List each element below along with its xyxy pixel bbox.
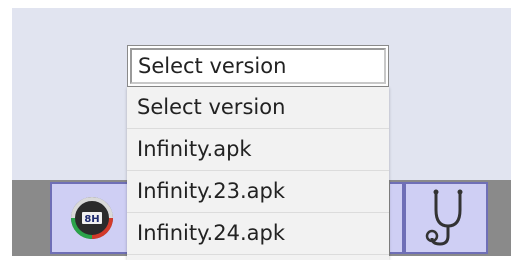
option-label: Select version: [137, 95, 286, 119]
select-value: Select version: [138, 54, 287, 78]
diagnostics-button[interactable]: [404, 182, 488, 254]
stethoscope-icon: [425, 189, 463, 246]
option-infinity-apk[interactable]: Infinity.apk: [127, 129, 389, 171]
option-label: Infinity.24.apk: [137, 221, 285, 245]
version-dropdown-list: Select version Infinity.apk Infinity.23.…: [127, 87, 389, 260]
version-select[interactable]: Select version: [127, 45, 389, 87]
hidden-button-edge[interactable]: [390, 182, 404, 254]
option-label: Infinity.23.apk: [137, 179, 285, 203]
option-label: Infinity.apk: [137, 137, 252, 161]
option-select-version[interactable]: Select version: [127, 87, 389, 129]
option-infinity-24-apk[interactable]: Infinity.24.apk: [127, 213, 389, 255]
meter-button[interactable]: 8H: [50, 182, 134, 254]
meter-gauge-icon: 8H: [71, 197, 113, 239]
option-infinity-23-apk[interactable]: Infinity.23.apk: [127, 171, 389, 213]
meter-display-text: 8H: [84, 214, 99, 225]
